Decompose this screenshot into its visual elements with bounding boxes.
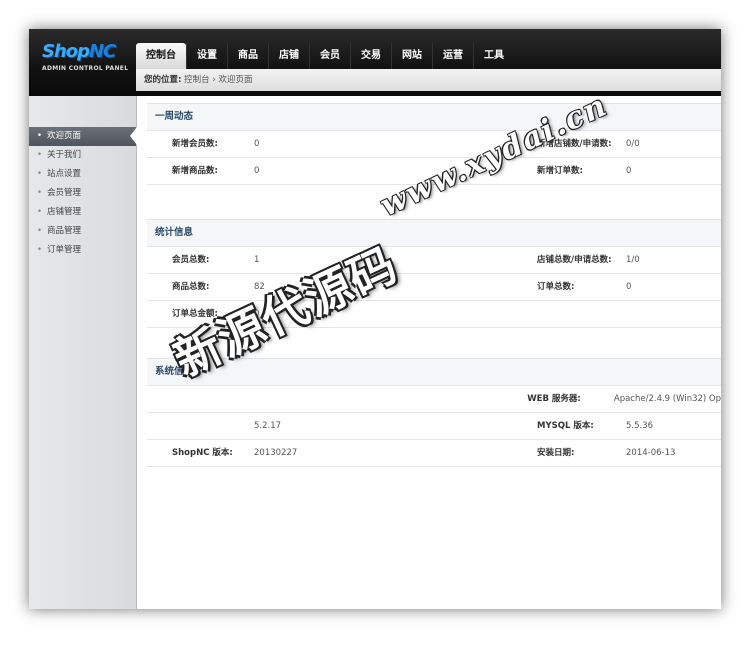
row-label: 新增订单数: — [537, 166, 583, 176]
sidebar-item-orders[interactable]: • 订单管理 — [29, 241, 136, 260]
nav-tab-stores[interactable]: 店铺 — [268, 43, 309, 69]
sidebar: • 欢迎页面 • 关于我们 • 站点设置 • 会员管理 • 店铺管理 • 商品管理 • 订单管… — [29, 96, 137, 609]
row-label: 订单总数: — [537, 282, 575, 292]
row-label: MYSQL 版本: — [537, 421, 594, 431]
nav-tab-dashboard[interactable]: 控制台 — [136, 43, 186, 69]
sidebar-item-label: 商品管理 — [47, 226, 82, 236]
row-label: 安装日期: — [537, 448, 575, 458]
sidebar-item-site-settings[interactable]: • 站点设置 — [29, 165, 136, 184]
row-label: 店铺总数/申请总数: — [537, 255, 612, 265]
sidebar-item-members[interactable]: • 会员管理 — [29, 184, 136, 203]
row-value: 0 — [626, 166, 632, 176]
table-row: WEB 服务器: Apache/2.4.9 (Win32) Op — [147, 386, 721, 413]
nav-tab-members[interactable]: 会员 — [309, 43, 350, 69]
row-value — [252, 386, 527, 412]
shopnc-logo: ShopNC ADMIN CONTROL PANEL — [42, 41, 138, 77]
sidebar-item-about[interactable]: • 关于我们 — [29, 146, 136, 165]
sidebar-item-label: 站点设置 — [47, 169, 82, 179]
nav-tab-operation[interactable]: 运营 — [432, 43, 473, 69]
sidebar-item-goods[interactable]: • 商品管理 — [29, 222, 136, 241]
sidebar-item-label: 会员管理 — [47, 188, 82, 198]
admin-window: ShopNC ADMIN CONTROL PANEL 控制台 设置 商品 店铺 … — [29, 29, 721, 609]
nav-tab-tools[interactable]: 工具 — [473, 43, 514, 69]
top-bar: ShopNC ADMIN CONTROL PANEL 控制台 设置 商品 店铺 … — [29, 29, 721, 96]
bullet-icon: • — [37, 131, 43, 141]
system-section: 系统信息 WEB 服务器: Apache/2.4.9 (Win32) Op 5.… — [147, 358, 721, 467]
bullet-icon: • — [37, 150, 43, 160]
bullet-icon: • — [37, 169, 43, 179]
nav-tab-settings[interactable]: 设置 — [186, 43, 227, 69]
bullet-icon: • — [37, 207, 43, 217]
row-label: 新增商品数: — [172, 166, 218, 176]
row-value: 20130227 — [254, 448, 298, 458]
row-label: WEB 服务器: — [527, 394, 581, 404]
table-row: 5.2.17 MYSQL 版本: 5.5.36 — [147, 413, 721, 440]
main-nav: 控制台 设置 商品 店铺 会员 交易 网站 运营 工具 — [136, 43, 514, 69]
table-row: 新增会员数: 0 新增店铺数/申请数: 0/0 — [147, 131, 721, 158]
logo-brand-shop: Shop — [42, 41, 90, 62]
row-value: 2014-06-13 — [626, 448, 676, 458]
breadcrumb: 您的位置: 控制台 › 欢迎页面 — [136, 69, 721, 91]
row-value: 0/0 — [626, 139, 640, 149]
row-label: 新增会员数: — [172, 139, 218, 149]
row-value: 0 — [626, 282, 632, 292]
row-label — [147, 413, 254, 439]
bullet-icon: • — [37, 226, 43, 236]
logo-brand-nc: NC — [89, 41, 116, 62]
row-label: 会员总数: — [172, 255, 210, 265]
nav-tab-website[interactable]: 网站 — [391, 43, 432, 69]
bullet-icon: • — [37, 188, 43, 198]
section-title: 统计信息 — [147, 220, 721, 247]
row-value: 1/0 — [626, 255, 640, 265]
sidebar-item-label: 店铺管理 — [47, 207, 82, 217]
sidebar-item-welcome[interactable]: • 欢迎页面 — [29, 127, 137, 146]
logo-subtitle: ADMIN CONTROL PANEL — [42, 65, 129, 72]
breadcrumb-separator: › — [212, 75, 216, 85]
sidebar-item-label: 欢迎页面 — [47, 131, 82, 141]
sidebar-item-stores[interactable]: • 店铺管理 — [29, 203, 136, 222]
section-title: 一周动态 — [147, 104, 721, 131]
main-content: 一周动态 新增会员数: 0 新增店铺数/申请数: 0/0 新增商品数: 0 新增… — [147, 103, 721, 467]
row-label — [537, 301, 626, 327]
table-row: 会员总数: 1 店铺总数/申请总数: 1/0 — [147, 247, 721, 274]
row-label: ShopNC 版本: — [172, 448, 233, 458]
bullet-icon: • — [37, 245, 43, 255]
breadcrumb-label: 您的位置: — [144, 75, 182, 85]
row-label — [147, 386, 252, 412]
breadcrumb-link-dashboard[interactable]: 控制台 — [184, 75, 210, 85]
table-row: ShopNC 版本: 20130227 安装日期: 2014-06-13 — [147, 440, 721, 467]
breadcrumb-current: 欢迎页面 — [218, 75, 253, 85]
sidebar-item-label: 关于我们 — [47, 150, 82, 160]
nav-tab-goods[interactable]: 商品 — [227, 43, 268, 69]
sidebar-item-label: 订单管理 — [47, 245, 82, 255]
row-value: 5.2.17 — [254, 421, 282, 431]
row-value: Apache/2.4.9 (Win32) Op — [613, 394, 721, 404]
nav-tab-trade[interactable]: 交易 — [350, 43, 391, 69]
row-value: 5.5.36 — [626, 421, 654, 431]
